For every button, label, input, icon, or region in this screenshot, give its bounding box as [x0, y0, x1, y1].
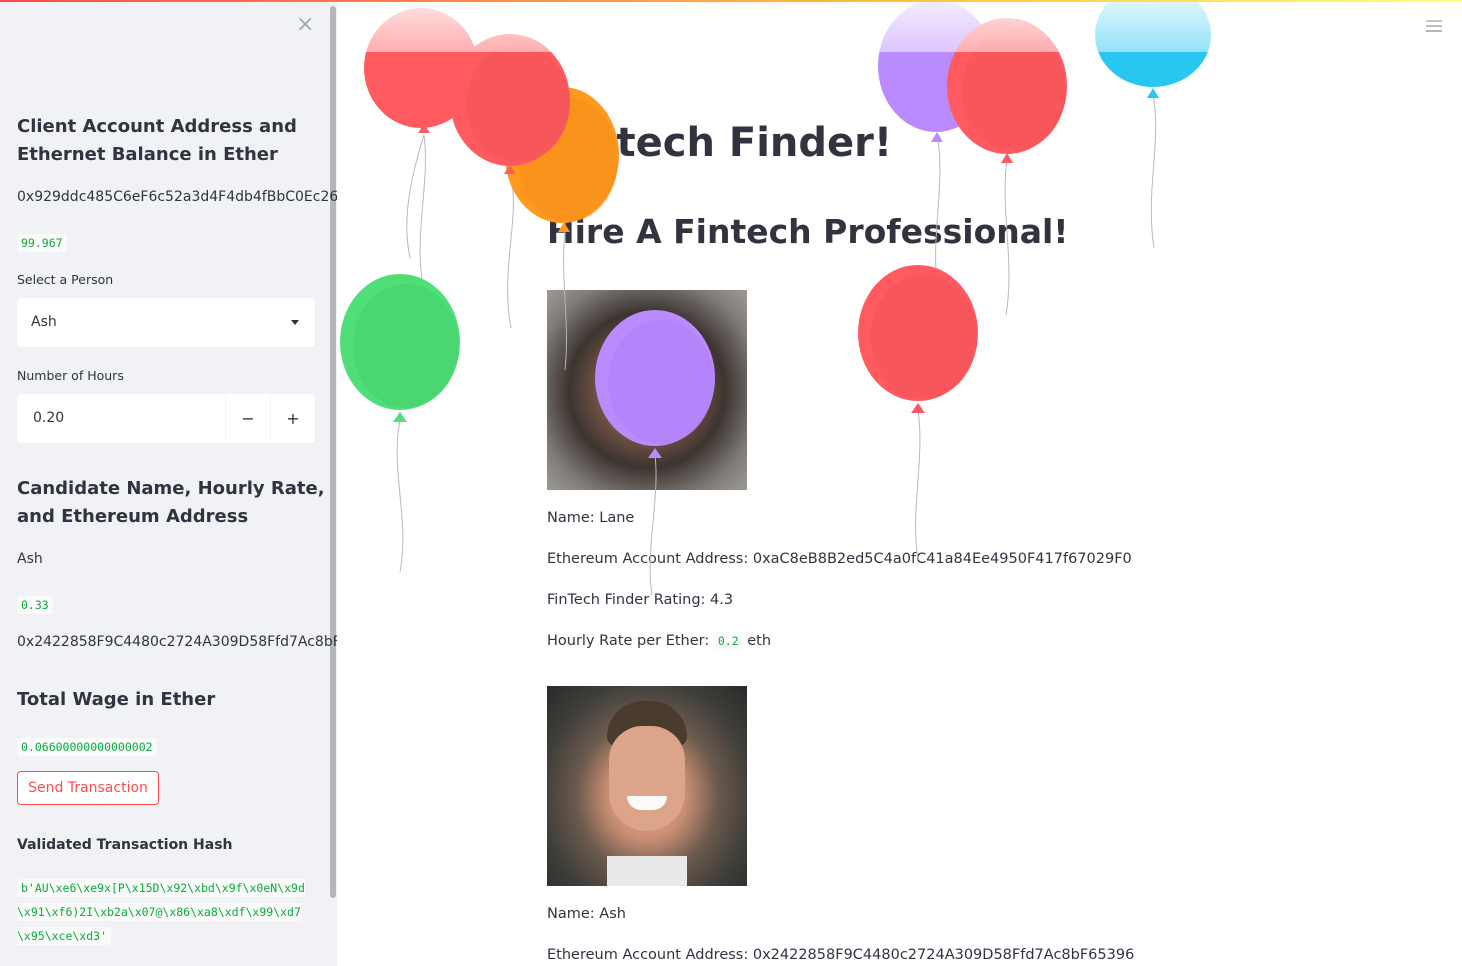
candidate-rating-lane: FinTech Finder Rating: 4.3 [547, 592, 734, 608]
increment-button[interactable]: + [270, 394, 315, 443]
client-balance: 99.967 [17, 234, 67, 252]
total-wage-header: Total Wage in Ether [17, 689, 216, 710]
select-person-label: Select a Person [17, 272, 114, 287]
page-subtitle: Hire A Fintech Professional! [547, 212, 1069, 251]
page-title: Fintech Finder! [547, 120, 893, 166]
sidebar-scrollbar[interactable] [330, 6, 336, 898]
transaction-hash-box: b'AU\xe6\xe9x[P\x15D\x92\xbd\x9f\x0eN\x9… [17, 876, 312, 948]
balloon-red-4 [858, 265, 978, 413]
candidate-address-lane: Ethereum Account Address: 0xaC8eB8B2ed5C… [547, 551, 1132, 567]
decrement-button[interactable]: − [225, 394, 270, 443]
send-transaction-button[interactable]: Send Transaction [17, 771, 159, 805]
candidate-name-ash: Name: Ash [547, 906, 626, 922]
total-wage-value: 0.06600000000000002 [17, 738, 157, 756]
top-decoration-bar [0, 0, 1462, 2]
client-account-header: Client Account Address and Ethernet Bala… [17, 116, 297, 165]
candidate-name: Ash [17, 551, 43, 567]
candidate-address-ash: Ethereum Account Address: 0x2422858F9C44… [547, 947, 1135, 963]
close-icon[interactable]: × [296, 12, 314, 37]
hours-stepper: 0.20 − + [17, 394, 315, 443]
hourly-rate-label: Hourly Rate per Ether: [547, 633, 710, 649]
balloon-red-1 [364, 8, 478, 133]
balloon-purple-1 [878, 0, 994, 142]
candidate-rate: 0.33 [17, 596, 53, 614]
balloon-fade-overlay [337, 0, 1462, 52]
hours-label: Number of Hours [17, 368, 124, 383]
candidate-rate-lane: Hourly Rate per Ether: 0.2 eth [547, 632, 772, 650]
sidebar: × Client Account Address and Ethernet Ba… [0, 0, 337, 966]
chevron-down-icon [291, 320, 299, 325]
total-wage-wrap: 0.06600000000000002 [17, 736, 157, 756]
balloon-blue [1095, 0, 1211, 98]
balloon-green [340, 274, 460, 422]
validated-hash-header: Validated Transaction Hash [17, 837, 233, 853]
candidate-rate-wrap: 0.33 [17, 594, 53, 614]
select-person-dropdown[interactable]: Ash [17, 298, 315, 347]
candidate-photo-lane [547, 290, 747, 490]
hours-input[interactable]: 0.20 [33, 410, 64, 426]
candidate-name-lane: Name: Lane [547, 510, 635, 526]
select-person-value: Ash [31, 314, 57, 330]
candidate-address: 0x2422858F9C4480c2724A309D58Ffd7Ac8bF653 [17, 634, 337, 650]
balloon-red-3 [947, 18, 1067, 163]
client-address: 0x929ddc485C6eF6c52a3d4F4db4fBbC0Ec2618 [17, 189, 337, 205]
transaction-hash: b'AU\xe6\xe9x[P\x15D\x92\xbd\x9f\x0eN\x9… [17, 879, 305, 945]
client-balance-wrap: 99.967 [17, 232, 67, 252]
candidate-photo-ash [547, 686, 747, 886]
candidate-header: Candidate Name, Hourly Rate, and Ethereu… [17, 478, 325, 527]
hourly-rate-unit: eth [747, 633, 772, 649]
hamburger-menu-icon[interactable] [1426, 20, 1442, 35]
hourly-rate-value: 0.2 [713, 632, 743, 650]
